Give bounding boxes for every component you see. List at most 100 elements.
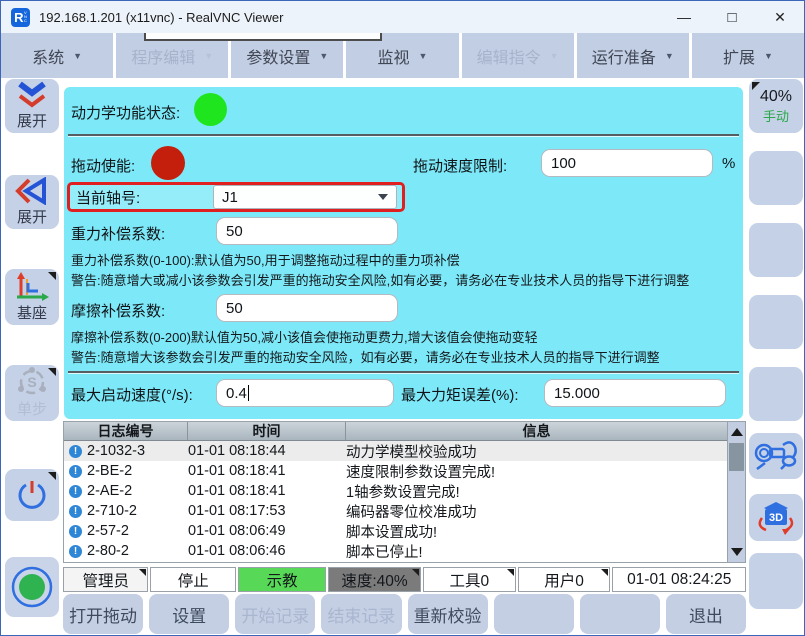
log-col-id: 日志编号 (64, 422, 188, 440)
drag-speed-limit-label: 拖动速度限制: (413, 155, 507, 176)
menu-bar: 系统▼ 程序编辑▼ 参数设置▼ 监视▼ 编辑指令▼ 运行准备▼ 扩展▼ (1, 33, 804, 78)
blank-side-button (749, 367, 803, 421)
speed-mode-button[interactable]: 40% 手动 (749, 79, 803, 133)
exit-button[interactable]: 退出 (666, 594, 746, 634)
title-bar: RVNC 192.168.1.201 (x11vnc) - RealVNC Vi… (1, 1, 804, 33)
end-record-button[interactable]: 结束记录 (321, 594, 401, 634)
max-start-speed-input[interactable]: 0.4 (216, 379, 394, 407)
minimize-button[interactable]: — (660, 1, 708, 33)
gravity-coef-label: 重力补偿系数: (71, 223, 165, 244)
max-torque-error-input[interactable]: 15.000 (544, 379, 726, 407)
clock-cell: 01-01 08:24:25 (612, 567, 746, 592)
current-axis-label: 当前轴号: (76, 187, 140, 208)
realvnc-window: RVNC 192.168.1.201 (x11vnc) - RealVNC Vi… (0, 0, 805, 636)
chevron-down-icon: ▼ (204, 51, 213, 61)
gravity-coef-input[interactable]: 50 (216, 217, 398, 245)
drag-guide-button[interactable] (749, 433, 803, 479)
chevron-down-icon: ▼ (73, 51, 82, 61)
start-record-button[interactable]: 开始记录 (235, 594, 315, 634)
main-area: 展开 展开 基座 (1, 78, 804, 635)
drag-guide-icon (753, 439, 799, 473)
open-drag-button[interactable]: 打开拖动 (63, 594, 143, 634)
gravity-hint-text: 重力补偿系数(0-100):默认值为50,用于调整拖动过程中的重力项补偿 (71, 250, 460, 269)
corner-marker-icon (48, 472, 56, 480)
user-frame-cell[interactable]: 用户0 (518, 567, 611, 592)
tool-cell[interactable]: 工具0 (423, 567, 516, 592)
menu-edit-instruction[interactable]: 编辑指令▼ (462, 33, 574, 78)
view-3d-button[interactable]: 3D (749, 494, 803, 541)
info-icon: ! (69, 485, 82, 498)
expand-left-button[interactable]: 展开 (5, 175, 59, 229)
max-torque-error-label: 最大力矩误差(%): (401, 384, 519, 405)
speed-percent-label: 40% (760, 88, 792, 106)
info-icon: ! (69, 505, 82, 518)
base-axes-icon (14, 271, 50, 301)
chevron-down-icon: ▼ (764, 51, 773, 61)
text-caret (248, 385, 249, 401)
vnc-logo-icon: RVNC (11, 8, 30, 27)
log-row[interactable]: !2-80-2 01-01 08:06:46 脚本已停止! (64, 541, 727, 561)
triangle-down-icon (731, 548, 743, 556)
log-scrollbar[interactable] (727, 422, 745, 562)
record-icon (10, 565, 54, 609)
menu-run-prepare[interactable]: 运行准备▼ (577, 33, 689, 78)
single-step-icon: S (15, 367, 49, 397)
menu-extension[interactable]: 扩展▼ (692, 33, 804, 78)
power-button[interactable] (5, 469, 59, 521)
log-row[interactable]: !2-1032-3 01-01 08:18:44 动力学模型校验成功 (64, 441, 727, 461)
log-row[interactable]: !2-BE-2 01-01 08:18:41 速度限制参数设置完成! (64, 461, 727, 481)
log-table-header: 日志编号 时间 信息 (64, 422, 727, 441)
divider (68, 371, 739, 374)
manual-mode-label: 手动 (763, 106, 789, 125)
log-row[interactable]: !2-AE-2 01-01 08:18:41 1轴参数设置完成! (64, 481, 727, 501)
menu-system[interactable]: 系统▼ (1, 33, 113, 78)
corner-marker-icon (139, 569, 146, 576)
dynamics-status-indicator (194, 93, 227, 126)
gravity-warning-text: 警告:随意增大或减小该参数会引发严重的拖动安全风险,如有必要，请务必在专业技术人… (71, 270, 689, 289)
drag-enable-label: 拖动使能: (71, 155, 135, 176)
close-button[interactable]: ✕ (756, 1, 804, 33)
chevron-down-icon: ▼ (550, 51, 559, 61)
chevron-down-icon: ▼ (419, 51, 428, 61)
settings-button[interactable]: 设置 (149, 594, 229, 634)
user-role-cell[interactable]: 管理员 (63, 567, 148, 592)
chevron-down-icon (378, 194, 388, 200)
single-step-button[interactable]: S 单步 (5, 365, 59, 421)
window-title: 192.168.1.201 (x11vnc) - RealVNC Viewer (39, 10, 283, 25)
scrollbar-thumb[interactable] (729, 443, 744, 471)
current-axis-dropdown[interactable]: J1 (213, 185, 397, 209)
svg-text:3D: 3D (769, 512, 783, 524)
drag-speed-limit-input[interactable]: 100 (541, 149, 713, 177)
blank-side-button (749, 295, 803, 349)
divider (68, 134, 739, 137)
friction-coef-label: 摩擦补偿系数: (71, 300, 165, 321)
bottom-button-row: 打开拖动 设置 开始记录 结束记录 重新校验 退出 (63, 594, 746, 634)
teach-mode-cell: 示教 (238, 567, 326, 592)
expand-left-icon (15, 177, 49, 205)
svg-text:S: S (27, 374, 36, 390)
base-frame-button[interactable]: 基座 (5, 269, 59, 325)
log-col-time: 时间 (188, 422, 346, 440)
drag-parameter-panel: 动力学功能状态: 拖动使能: 拖动速度限制: 100 % 当前轴号: J1 重力… (64, 87, 743, 419)
log-row[interactable]: !2-57-2 01-01 08:06:49 脚本设置成功! (64, 521, 727, 541)
chevron-down-icon: ▼ (319, 51, 328, 61)
blank-button (494, 594, 574, 634)
corner-marker-icon (601, 569, 608, 576)
expand-down-button[interactable]: 展开 (5, 79, 59, 133)
corner-marker-icon (412, 569, 419, 576)
scroll-up-arrow[interactable] (728, 424, 745, 440)
info-icon: ! (69, 525, 82, 538)
record-button[interactable] (5, 557, 59, 617)
info-icon: ! (69, 465, 82, 478)
scroll-down-arrow[interactable] (728, 544, 745, 560)
vnc-toolbar-strip (144, 33, 382, 41)
recheck-button[interactable]: 重新校验 (408, 594, 488, 634)
speed-cell[interactable]: 速度:40% (328, 567, 421, 592)
friction-coef-input[interactable]: 50 (216, 294, 398, 322)
log-table: 日志编号 时间 信息 !2-1032-3 01-01 08:18:44 动力学模… (63, 421, 746, 563)
maximize-button[interactable]: □ (708, 1, 756, 33)
drag-enable-indicator (151, 146, 185, 180)
log-row[interactable]: !2-710-2 01-01 08:17:53 编码器零位校准成功 (64, 501, 727, 521)
corner-marker-icon (752, 82, 760, 90)
corner-marker-icon (48, 368, 56, 376)
